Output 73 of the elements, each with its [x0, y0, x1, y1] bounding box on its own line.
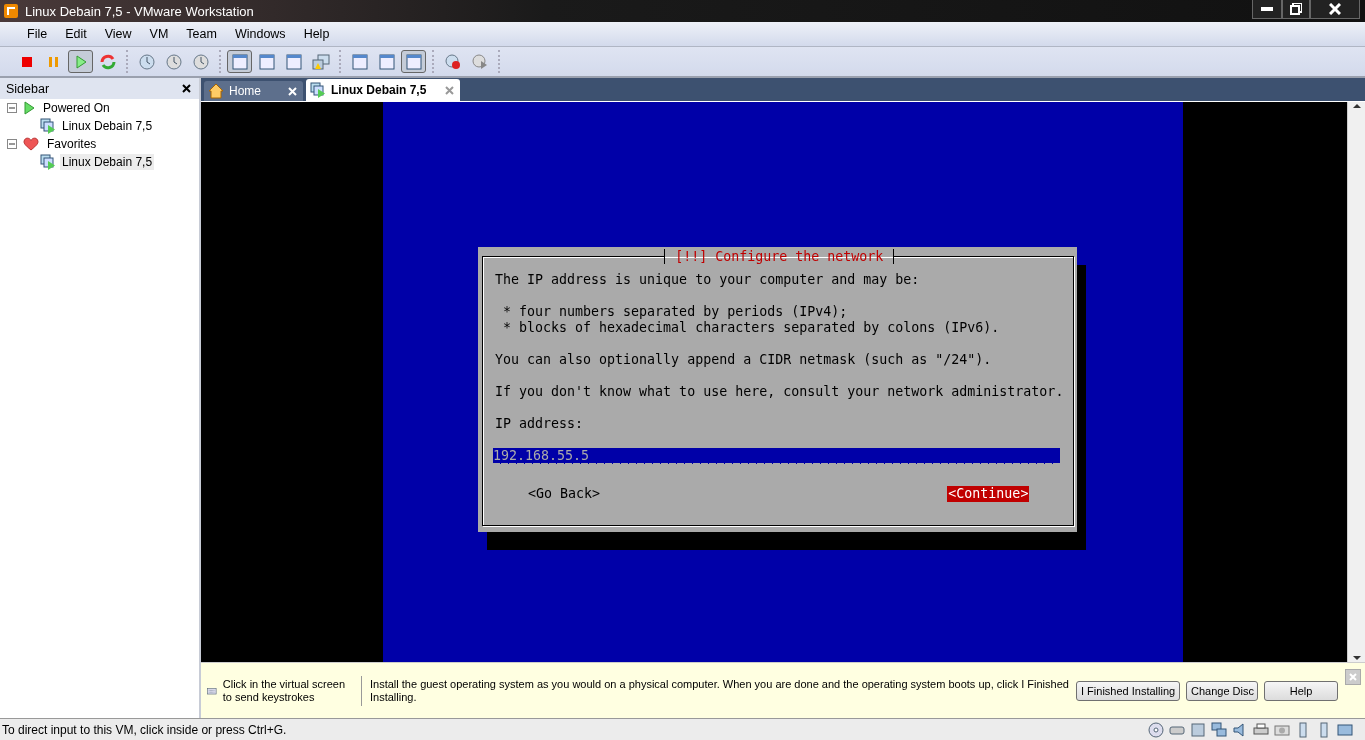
close-icon	[1349, 673, 1357, 681]
hint-button[interactable]: Help	[1264, 680, 1338, 701]
menu-item[interactable]: View	[95, 27, 141, 41]
menu-item[interactable]: File	[18, 27, 57, 41]
tab-label: Linux Debain 7,5	[331, 83, 427, 97]
tab[interactable]: Linux Debain 7,5	[306, 79, 461, 101]
collapse-toggle[interactable]	[7, 139, 17, 149]
record-icon	[443, 52, 462, 71]
app-icon	[3, 3, 19, 19]
windows-icon	[311, 52, 330, 71]
window-icon	[404, 52, 423, 71]
restore-icon	[1290, 3, 1302, 15]
dialog-button[interactable]: <Go Back>	[527, 485, 602, 502]
heart-icon	[23, 137, 39, 151]
menu-item[interactable]: Team	[177, 27, 226, 41]
toolbar-button[interactable]	[68, 50, 93, 73]
minimize-button[interactable]	[1252, 0, 1282, 19]
refresh-icon	[98, 52, 117, 71]
toolbar-button[interactable]	[401, 50, 426, 73]
dialog-button[interactable]: <Continue>	[947, 485, 1030, 502]
window-icon	[350, 52, 369, 71]
hint-button[interactable]: I Finished Installing	[1076, 680, 1180, 701]
field-label: IP address:	[495, 415, 585, 432]
menu-item[interactable]: Windows	[225, 27, 295, 41]
scrollbar[interactable]	[1347, 102, 1365, 662]
status-text: To direct input to this VM, click inside or press Ctrl+G.	[2, 722, 288, 737]
bullet-item: * blocks of hexadecimal characters separated by colons (IPv6).	[502, 319, 1001, 336]
tree-item[interactable]: Powered On	[41, 100, 112, 116]
cd-icon[interactable]	[1148, 721, 1164, 738]
window-title: Linux Debain 7,5 - VMware Workstation	[25, 3, 255, 19]
clock-icon	[191, 52, 210, 71]
ip-address-field[interactable]: 192.168.55.5	[493, 447, 1060, 464]
dialog-text: You can also optionally append a CIDR netmask (such as "/24").	[495, 351, 993, 368]
close-button[interactable]	[1310, 0, 1360, 19]
menu-item[interactable]: VM	[140, 27, 178, 41]
window-icon	[257, 52, 276, 71]
clock-icon	[137, 52, 156, 71]
tab[interactable]: Home	[204, 81, 303, 101]
window-icon	[284, 52, 303, 71]
replay-icon	[470, 52, 489, 71]
tree-item[interactable]: Linux Debain 7,5	[60, 154, 155, 170]
menu-item[interactable]: Edit	[56, 27, 96, 41]
dialog-title: [!!] Configure the network	[664, 248, 895, 264]
window-icon	[230, 52, 249, 71]
sidebar-title: Sidebar	[6, 81, 50, 96]
vm-icon	[40, 118, 56, 134]
dialog-text: The IP address is unique to your computer and may be:	[495, 271, 921, 288]
window-icon	[377, 52, 396, 71]
vm-icon	[310, 82, 326, 98]
printer-icon[interactable]	[1253, 721, 1269, 738]
toolbar-button[interactable]	[227, 50, 252, 73]
home-icon	[208, 83, 224, 99]
hint-message: Install the guest operating system as you would on a physical computer. When you are done and the operating system boots up, click I Finished Installing.	[369, 677, 1070, 704]
collapse-toggle[interactable]	[7, 103, 17, 113]
network-icon[interactable]	[1211, 721, 1227, 738]
hint-button[interactable]: Change Disc	[1186, 680, 1258, 701]
message-icon[interactable]	[1337, 721, 1353, 738]
floppy-icon[interactable]	[1190, 721, 1206, 738]
clock-icon	[164, 52, 183, 71]
close-icon[interactable]	[182, 84, 191, 93]
vm-icon	[40, 154, 56, 170]
play-icon	[23, 101, 35, 115]
hint-text: Click in the virtual screen to send keystrokes	[222, 677, 347, 704]
dialog-text: If you don't know what to use here, consult your network administrator.	[495, 383, 1064, 400]
menu-item[interactable]: Help	[294, 27, 339, 41]
tab-label: Home	[229, 84, 261, 98]
tree-item[interactable]: Linux Debain 7,5	[60, 118, 155, 134]
vm-screen[interactable]	[382, 102, 1183, 662]
close-icon	[1329, 3, 1341, 15]
restore-button[interactable]	[1282, 0, 1310, 19]
tree-item[interactable]: Favorites	[45, 136, 99, 152]
bullet-item: * four numbers separated by periods (IPv4);	[502, 303, 849, 320]
minimize-icon	[1261, 7, 1273, 11]
